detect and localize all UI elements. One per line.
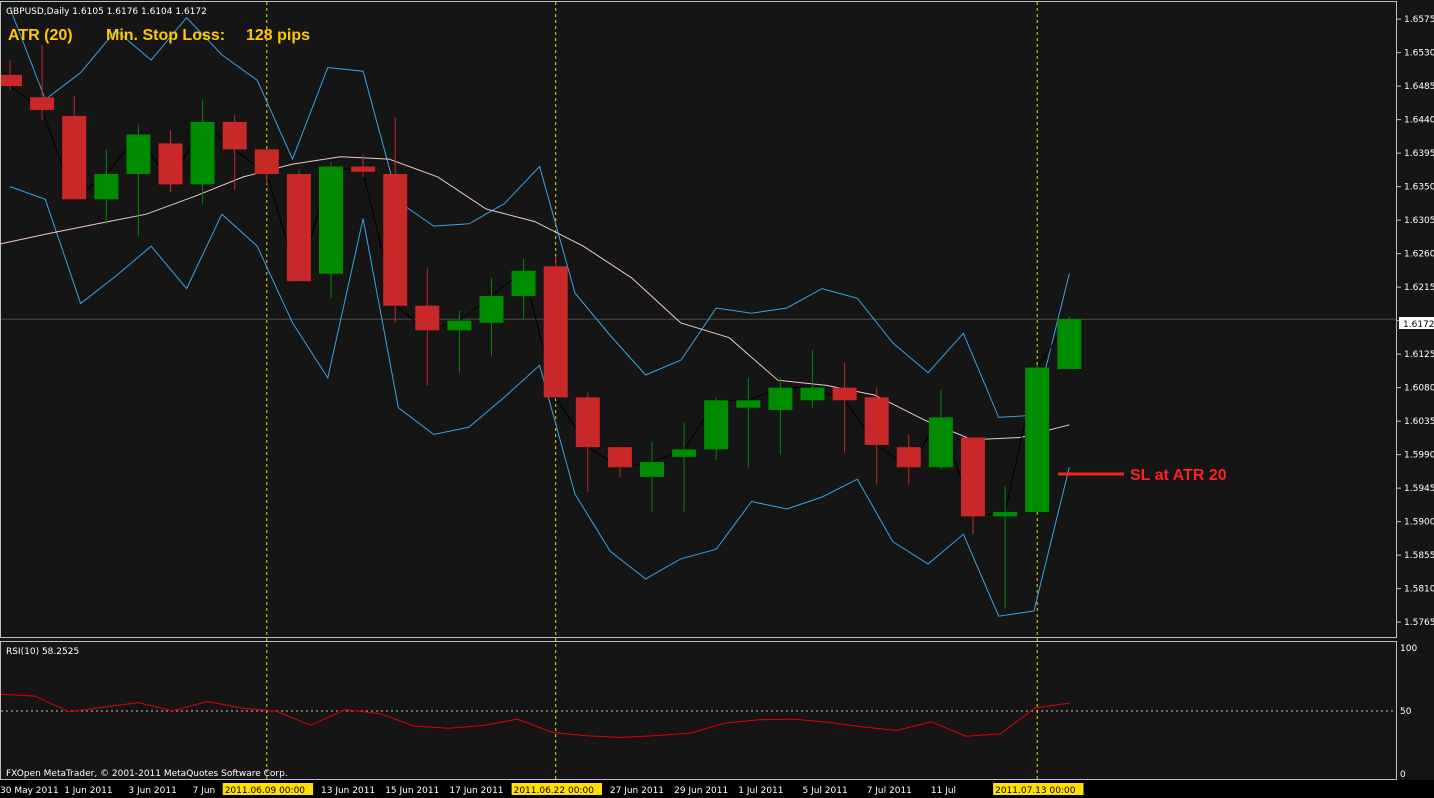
time-tick-label: 13 Jun 2011 (321, 786, 375, 796)
candle-body[interactable] (575, 397, 600, 448)
candle-body[interactable] (543, 266, 568, 398)
time-tick-label: 29 Jun 2011 (674, 786, 728, 796)
rsi-label: RSI(10) 58.2525 (6, 647, 79, 657)
stop-loss-label: Min. Stop Loss: (106, 27, 225, 44)
price-tick-label: 1.6035 (1404, 417, 1434, 427)
time-tick-label: 30 May 2011 (0, 786, 59, 796)
time-tick-label: 5 Jul 2011 (803, 786, 848, 796)
candle-body[interactable] (0, 74, 22, 87)
time-tick-label: 2011.06.09 00:00 (225, 786, 306, 796)
price-tick-label: 1.6575 (1404, 15, 1434, 25)
candle-body[interactable] (1057, 319, 1082, 370)
time-tick-label: 17 Jun 2011 (449, 786, 503, 796)
copyright: FXOpen MetaTrader, © 2001-2011 MetaQuote… (6, 769, 288, 779)
candle-body[interactable] (286, 173, 311, 282)
rsi-tick-label: 50 (1400, 707, 1412, 717)
price-tick-label: 1.5810 (1404, 585, 1434, 595)
candle-body[interactable] (961, 437, 985, 517)
candle-body[interactable] (704, 400, 729, 450)
time-tick-label: 2011.06.22 00:00 (514, 786, 595, 796)
candle-body[interactable] (640, 462, 664, 477)
forex-chart[interactable]: 1.6575 1.6530 1.6485 1.6440 1.6395 1.6350 1.63… (0, 0, 1434, 798)
candle-body[interactable] (928, 417, 953, 468)
candle-body[interactable] (351, 166, 376, 172)
time-tick-label: 2011.07.13 00:00 (995, 786, 1076, 796)
symbol-info: GBPUSD,Daily 1.6105 1.6176 1.6104 1.6172 (6, 7, 207, 17)
candle-body[interactable] (30, 97, 55, 110)
candle-body[interactable] (62, 115, 87, 200)
price-tick-label: 1.6440 (1404, 116, 1434, 126)
time-tick-label: 7 Jun (193, 786, 216, 796)
candle-body[interactable] (94, 173, 119, 200)
candle-body[interactable] (832, 387, 857, 401)
stop-loss-marker-label: SL at ATR 20 (1130, 467, 1227, 484)
candle-body[interactable] (800, 387, 825, 401)
candle-body[interactable] (319, 166, 343, 274)
candle-body[interactable] (479, 296, 504, 323)
price-tick-label: 1.6485 (1404, 82, 1434, 92)
price-tick-label: 1.6350 (1404, 183, 1434, 193)
candle-body[interactable] (415, 305, 440, 331)
time-tick-label: 3 Jun 2011 (128, 786, 176, 796)
time-tick-label: 27 Jun 2011 (610, 786, 664, 796)
price-tick-label: 1.6125 (1404, 350, 1434, 360)
rsi-tick-label: 0 (1400, 770, 1406, 780)
candle-body[interactable] (864, 397, 889, 445)
price-tick-label: 1.6260 (1404, 250, 1434, 260)
candle-body[interactable] (190, 121, 215, 185)
stop-loss-value: 128 pips (246, 27, 310, 44)
candle-body[interactable] (736, 400, 761, 408)
price-tick-label: 1.5990 (1404, 451, 1434, 461)
time-tick-label: 7 Jul 2011 (867, 786, 912, 796)
chart-background (0, 0, 1434, 798)
price-tick-label: 1.6215 (1404, 283, 1434, 293)
price-tick-label: 1.6530 (1404, 49, 1434, 59)
candle-body[interactable] (896, 447, 921, 468)
candle-body[interactable] (768, 387, 793, 410)
price-tick-label: 1.5855 (1404, 551, 1434, 561)
price-tick-label: 1.6395 (1404, 149, 1434, 159)
price-tick-label: 1.5765 (1404, 618, 1434, 628)
time-tick-label: 15 Jun 2011 (385, 786, 439, 796)
candle-body[interactable] (511, 270, 536, 297)
candle-body[interactable] (222, 121, 247, 150)
time-tick-label: 1 Jul 2011 (738, 786, 783, 796)
candle-body[interactable] (1025, 367, 1050, 512)
price-tick-label: 1.5900 (1404, 518, 1434, 528)
candle-body[interactable] (447, 320, 472, 331)
price-tick-label: 1.6305 (1404, 216, 1434, 226)
time-tick-label: 1 Jun 2011 (64, 786, 112, 796)
price-tick-label: 1.6080 (1404, 384, 1434, 394)
rsi-tick-label: 100 (1400, 644, 1417, 654)
candle-body[interactable] (383, 173, 408, 306)
candle-body[interactable] (672, 449, 697, 457)
atr-label: ATR (20) (8, 27, 73, 44)
candle-body[interactable] (254, 149, 279, 174)
candle-body[interactable] (993, 511, 1018, 517)
candle-body[interactable] (158, 143, 183, 185)
candle-body[interactable] (126, 134, 151, 174)
price-tick-label: 1.5945 (1404, 484, 1434, 494)
time-tick-label: 11 Jul (931, 786, 956, 796)
current-price-label: 1.6172 (1403, 320, 1434, 330)
candle-body[interactable] (607, 447, 632, 468)
